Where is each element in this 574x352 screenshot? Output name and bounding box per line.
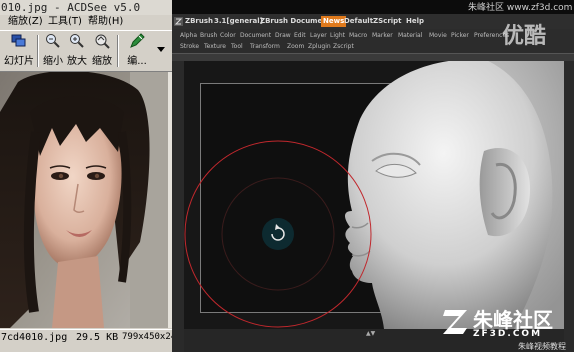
menu-color[interactable]: Color (220, 32, 236, 39)
toolbar-divider (37, 35, 39, 67)
left-tray[interactable] (172, 61, 184, 352)
menu-movie[interactable]: Movie (429, 32, 447, 39)
zbrush-window: ZBrush 3.1[general] ZBrush Document News… (172, 0, 574, 352)
zoom-label: 缩放 (92, 56, 112, 67)
zoom-out-icon (46, 34, 60, 48)
slideshow-icon (11, 34, 26, 47)
zf3d-logo: 朱峰社区 ZF3D.COM (443, 304, 573, 340)
watermark-top-right: 朱峰社区 www.zf3d.com (468, 3, 573, 13)
edit-icon (130, 33, 145, 48)
zbrush-canvas[interactable] (184, 61, 564, 329)
window-bottom-edge (0, 344, 172, 352)
status-filesize: 29.5 KB (76, 332, 119, 343)
youku-watermark: 优酷 (502, 24, 547, 49)
menu-texture[interactable]: Texture (204, 43, 226, 50)
menu-tool[interactable]: Tool (231, 43, 243, 50)
menu-bar: 缩放(Z) 工具(T) 帮助(H) (0, 15, 172, 29)
window-title: 010.jpg - ACDSee v5.0 (0, 0, 172, 15)
menu-layer[interactable]: Layer (310, 32, 327, 39)
edit-label: 编... (127, 56, 147, 67)
menu-edit[interactable]: Edit (294, 32, 306, 39)
toolbar-divider (117, 35, 119, 67)
menu-zplugin[interactable]: Zplugin (308, 43, 331, 50)
menu-material[interactable]: Material (398, 32, 422, 39)
menu-stroke[interactable]: Stroke (180, 43, 199, 50)
zoom-in-icon (70, 34, 84, 48)
status-filename: 7cd4010.jpg (1, 332, 68, 343)
menu-zoom[interactable]: Zoom (287, 43, 304, 50)
menu-brush[interactable]: Brush (200, 32, 217, 39)
version-label: 3.1[general] (214, 17, 263, 25)
help-button[interactable]: Help (406, 14, 424, 29)
chevron-down-icon[interactable] (157, 47, 165, 53)
menu-help[interactable]: 帮助(H) (88, 15, 123, 29)
menu-transform[interactable]: Transform (250, 43, 280, 50)
slideshow-button[interactable]: 幻灯片 (4, 33, 34, 69)
image-viewer[interactable] (0, 72, 168, 328)
toolbar: 幻灯片 缩小 放大 缩放 编... (0, 30, 172, 72)
menu-zoom[interactable]: 缩放(Z) (8, 15, 43, 29)
menu-draw[interactable]: Draw (275, 32, 291, 39)
menu-marker[interactable]: Marker (372, 32, 393, 39)
status-dimensions: 799x450x24b jpeg (122, 332, 172, 342)
zbrush-logo-icon (174, 17, 183, 26)
menu-light[interactable]: Light (330, 32, 345, 39)
acdsee-window: 010.jpg - ACDSee v5.0 缩放(Z) 工具(T) 帮助(H) … (0, 0, 172, 352)
zf3d-logo-icon (443, 310, 467, 334)
zoom-out-button[interactable]: 缩小 (42, 33, 64, 69)
menu-tools[interactable]: 工具(T) (48, 15, 82, 29)
slideshow-label: 幻灯片 (4, 56, 34, 67)
zoom-out-label: 缩小 (43, 56, 63, 67)
edit-button[interactable]: 编... (122, 33, 152, 69)
menu-picker[interactable]: Picker (451, 32, 469, 39)
zoom-in-label: 放大 (67, 56, 87, 67)
menu-document[interactable]: Document (240, 32, 271, 39)
photo-image (0, 72, 168, 328)
news-button[interactable]: News (321, 16, 347, 27)
sculpt-viewport[interactable] (184, 61, 564, 329)
logo-sub: ZF3D.COM (473, 329, 543, 339)
menu-alpha[interactable]: Alpha (180, 32, 197, 39)
bottom-watermark: 朱峰视频教程 (518, 342, 566, 351)
zoom-button[interactable]: 缩放 (90, 33, 114, 69)
document-label[interactable]: ZBrush Document (260, 14, 331, 29)
zoom-in-button[interactable]: 放大 (66, 33, 88, 69)
default-zscript-button[interactable]: DefaultZScript (344, 14, 402, 29)
app-name: ZBrush (185, 17, 213, 25)
zoom-icon (95, 34, 110, 49)
status-bar: 7cd4010.jpg 29.5 KB 799x450x24b jpeg (0, 329, 172, 345)
menu-zscript[interactable]: Zscript (333, 43, 354, 50)
menu-macro[interactable]: Macro (349, 32, 367, 39)
shelf-arrow-icon[interactable]: ▲▼ (366, 330, 375, 337)
